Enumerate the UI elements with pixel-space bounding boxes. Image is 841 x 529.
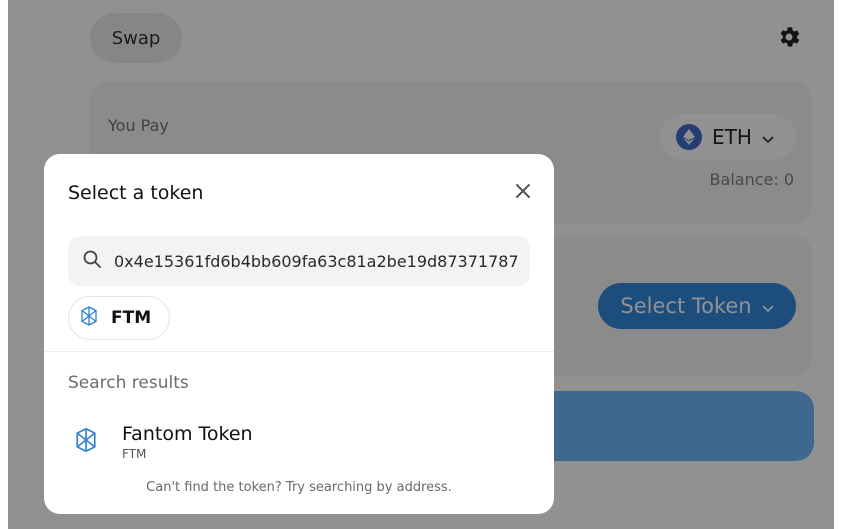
list-item[interactable]: Fantom Token FTM [68,416,530,468]
search-hint: Can't find the token? Try searching by a… [146,480,452,495]
divider [44,351,554,352]
fantom-icon [76,427,96,457]
close-icon[interactable] [512,180,534,202]
search-input[interactable] [114,251,524,271]
common-token-ftm[interactable]: FTM [68,296,170,340]
common-token-label: FTM [111,308,152,328]
fantom-icon [81,305,97,331]
result-token-symbol: FTM [122,447,147,461]
select-token-modal: Select a token FTM Search results Fantom… [44,154,554,514]
result-token-name: Fantom Token [122,423,253,445]
search-results-label: Search results [68,373,189,393]
token-search-field[interactable] [68,236,530,286]
search-icon [82,249,102,273]
modal-title: Select a token [68,182,204,204]
